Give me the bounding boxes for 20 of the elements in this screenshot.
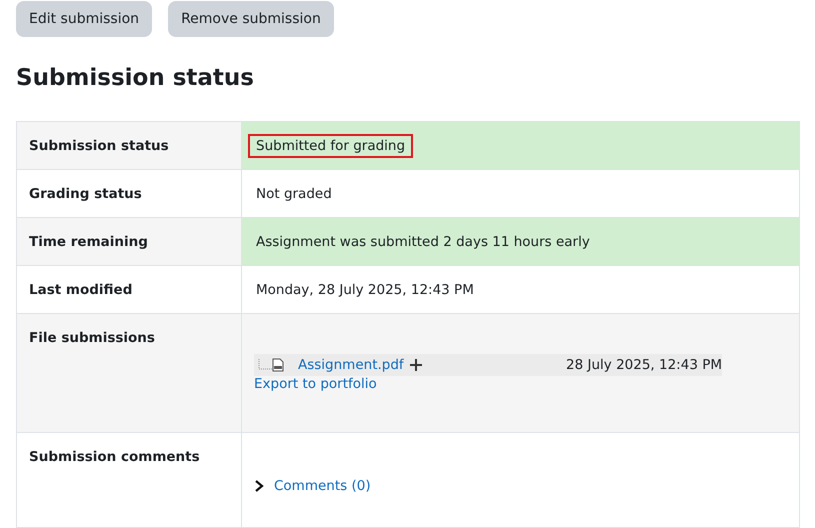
- value-text: Assignment was submitted 2 days 11 hours early: [255, 232, 591, 252]
- row-label: File submissions: [17, 314, 242, 433]
- row-label: Grading status: [17, 170, 242, 218]
- pdf-file-icon: [272, 358, 284, 372]
- action-button[interactable]: Remove submission: [168, 1, 334, 37]
- row-label: Time remaining: [17, 218, 242, 266]
- action-button[interactable]: Edit submission: [16, 1, 152, 37]
- row-label: Last modified: [17, 266, 242, 314]
- value-text: Not graded: [255, 184, 333, 204]
- row-label: Submission status: [17, 122, 242, 170]
- tree-line-icon: [258, 359, 272, 371]
- file-link[interactable]: Assignment.pdf: [298, 357, 404, 373]
- export-link[interactable]: Export to portfolio: [254, 376, 377, 392]
- value-text: Submitted for grading: [248, 134, 414, 158]
- plus-icon[interactable]: [410, 359, 422, 371]
- value-text: Monday, 28 July 2025, 12:43 PM: [255, 280, 475, 300]
- comments-link[interactable]: Comments (0): [274, 478, 371, 494]
- chevron-icon[interactable]: [254, 479, 264, 493]
- section-heading: Submission status: [16, 64, 255, 93]
- file-date: 28 July 2025, 12:43 PM: [566, 357, 722, 373]
